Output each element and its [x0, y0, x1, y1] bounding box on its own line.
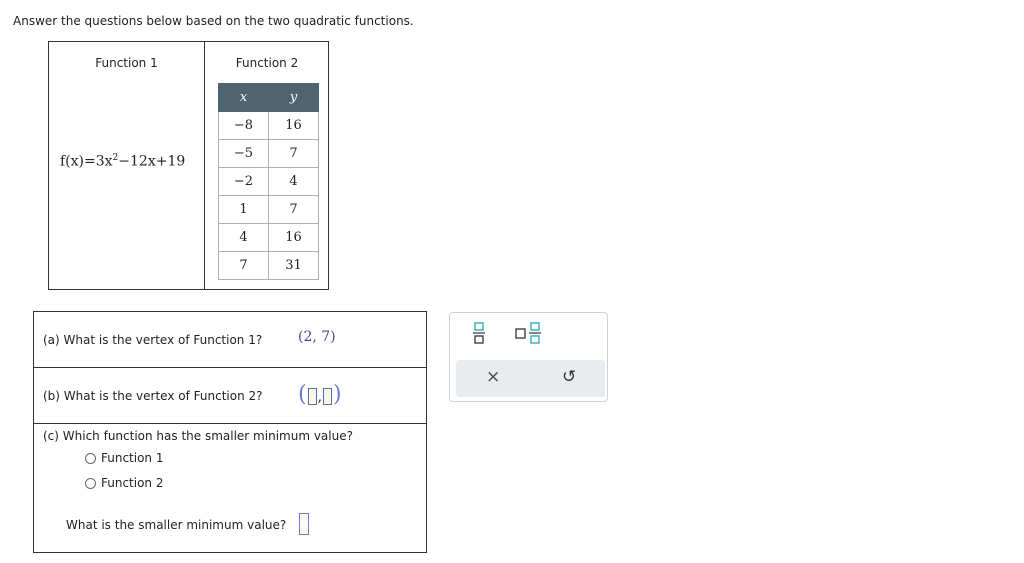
question-divider: [34, 423, 426, 424]
x-cell: −8: [218, 111, 269, 140]
x-cell: −2: [218, 167, 269, 196]
y-cell: 31: [268, 251, 319, 280]
radio-function1[interactable]: [85, 453, 96, 464]
instructions-text: Answer the questions below based on the …: [13, 14, 414, 28]
functions-table: Function 1 Function 2 f(x)=3x2−12x+19 x …: [48, 41, 329, 290]
x-column-header: x: [218, 83, 269, 112]
palette-actions: × ↺: [456, 360, 605, 397]
y-cell: 4: [268, 167, 319, 196]
x-cell: 1: [218, 195, 269, 224]
function2-xy-table: x y −8 16 −5 7 −2 4 17 4 16 7 31: [218, 83, 319, 280]
function1-header: Function 1: [95, 56, 158, 70]
question-c-prompt: (c) Which function has the smaller minim…: [43, 429, 353, 443]
fraction-icon[interactable]: [472, 322, 486, 344]
vertex-x-input[interactable]: [307, 388, 317, 405]
open-paren: (: [298, 382, 307, 407]
question-divider: [34, 367, 426, 368]
min-value-input[interactable]: [299, 513, 309, 535]
table-row: −5 7: [218, 139, 319, 168]
y-cell: 16: [268, 111, 319, 140]
vertex-input-group: (,): [298, 384, 342, 406]
radio-function2[interactable]: [85, 478, 96, 489]
x-cell: −5: [218, 139, 269, 168]
x-cell: 4: [218, 223, 269, 252]
table-row: −2 4: [218, 167, 319, 196]
questions-panel: (a) What is the vertex of Function 1? (2…: [33, 311, 427, 553]
y-cell: 7: [268, 139, 319, 168]
x-cell: 7: [218, 251, 269, 280]
table-divider: [204, 42, 205, 290]
table-row: 4 16: [218, 223, 319, 252]
question-a-answer: (2, 7): [298, 329, 336, 345]
function1-expression: f(x)=3x2−12x+19: [60, 153, 185, 170]
y-cell: 16: [268, 223, 319, 252]
mixed-number-icon[interactable]: [514, 322, 544, 344]
math-tool-palette: × ↺: [449, 312, 608, 402]
question-b-prompt: (b) What is the vertex of Function 2?: [43, 389, 263, 403]
y-column-header: y: [268, 83, 319, 112]
expr-lhs: f(x)=3x: [60, 153, 113, 170]
close-paren: ): [333, 382, 342, 407]
option-function1-label[interactable]: Function 1: [101, 451, 164, 465]
clear-icon[interactable]: ×: [486, 367, 500, 387]
function2-header: Function 2: [235, 56, 299, 70]
table-row: −8 16: [218, 111, 319, 140]
expr-rhs: −12x+19: [118, 153, 186, 170]
undo-icon[interactable]: ↺: [562, 367, 576, 387]
comma: ,: [317, 389, 323, 405]
question-a-prompt: (a) What is the vertex of Function 1?: [43, 333, 263, 347]
min-value-prompt: What is the smaller minimum value?: [66, 518, 287, 532]
table-row: 17: [218, 195, 319, 224]
vertex-y-input[interactable]: [323, 388, 333, 405]
y-cell: 7: [268, 195, 319, 224]
option-function2-label[interactable]: Function 2: [101, 476, 164, 490]
table-row: 7 31: [218, 251, 319, 280]
